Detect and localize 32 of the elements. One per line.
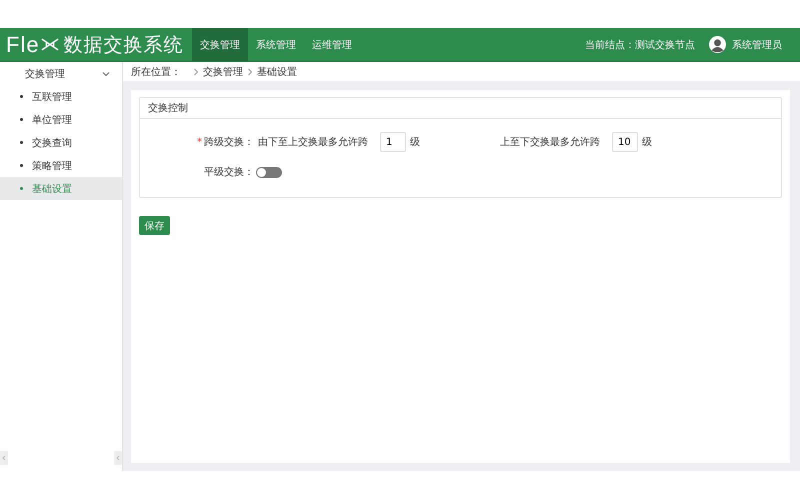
toggle-switch[interactable] [256, 166, 282, 178]
sidebar-item[interactable]: 策略管理 [0, 154, 122, 177]
sidebar-item[interactable]: 单位管理 [0, 108, 122, 131]
breadcrumb-label: 所在位置： [131, 66, 181, 78]
required-mark: * [197, 136, 202, 148]
menu-group[interactable]: 交换管理 [0, 62, 122, 85]
field-label: 平级交换： [204, 166, 254, 179]
nav-tab[interactable]: 系统管理 [248, 28, 304, 61]
nav-tab[interactable]: 交换管理 [192, 28, 248, 61]
avatar-icon[interactable] [709, 36, 726, 53]
chevron-icon [247, 68, 253, 76]
field-text: 由下至上交换最多允许跨 [258, 136, 368, 149]
field-text: 上至下交换最多允许跨 [500, 136, 600, 149]
breadcrumb-link[interactable]: 交换管理 [203, 64, 243, 78]
section-title: 交换控制 [148, 102, 188, 115]
save-button[interactable]: 保存 [139, 216, 170, 235]
user-name[interactable]: 系统管理员 [732, 38, 782, 52]
logo-text: Fle [6, 32, 40, 58]
system-name: 数据交换系统 [64, 32, 184, 58]
nav-tab[interactable]: 运维管理 [304, 28, 360, 61]
unit-label: 级 [642, 136, 652, 149]
input-field[interactable]: 1 [380, 132, 406, 152]
field-label: 跨级交换： [204, 136, 254, 149]
current-node-label: 当前结点：测试交换节点 [585, 38, 695, 52]
chevron-icon [193, 68, 199, 76]
logo-icon [40, 37, 59, 52]
sidebar-item[interactable]: 互联管理 [0, 85, 122, 108]
unit-label: 级 [410, 136, 420, 149]
sidebar-item[interactable]: 交换查询 [0, 131, 122, 154]
breadcrumb-link[interactable]: 基础设置 [257, 64, 297, 78]
sidebar-item[interactable]: 基础设置 [0, 177, 122, 200]
input-field[interactable]: 10 [612, 132, 638, 152]
